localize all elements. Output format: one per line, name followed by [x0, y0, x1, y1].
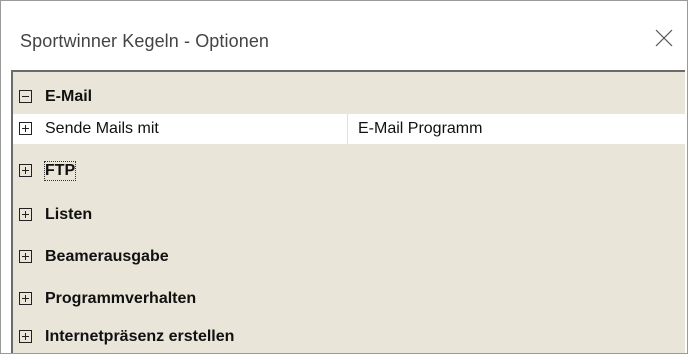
category-label: E-Mail: [45, 88, 93, 105]
property-row-send-mails[interactable]: Sende Mails mit E-Mail Programm: [13, 114, 685, 144]
window-title: Sportwinner Kegeln - Optionen: [20, 31, 270, 51]
category-row-internetpraesenz[interactable]: Internetpräsenz erstellen: [13, 322, 685, 352]
title-bar[interactable]: Sportwinner Kegeln - Optionen: [1, 1, 687, 69]
plus-box-icon[interactable]: [19, 208, 32, 221]
category-row-listen[interactable]: Listen: [13, 200, 685, 230]
plus-box-icon[interactable]: [19, 164, 32, 177]
close-icon: [655, 29, 673, 47]
category-label: Beamerausgabe: [45, 248, 169, 265]
column-divider: [347, 114, 348, 144]
property-label: Sende Mails mit: [45, 120, 159, 137]
category-row-beamerausgabe[interactable]: Beamerausgabe: [13, 242, 685, 272]
category-label: Internetpräsenz erstellen: [45, 328, 235, 345]
plus-box-icon[interactable]: [19, 122, 32, 135]
plus-box-icon[interactable]: [19, 250, 32, 263]
property-value[interactable]: E-Mail Programm: [358, 120, 482, 138]
close-button[interactable]: [641, 19, 687, 65]
options-dialog: Sportwinner Kegeln - Optionen E-Mail Sen…: [0, 0, 688, 354]
category-row-email[interactable]: E-Mail: [13, 82, 685, 112]
category-label: FTP: [43, 161, 77, 181]
plus-box-icon[interactable]: [19, 292, 32, 305]
category-row-programmverhalten[interactable]: Programmverhalten: [13, 284, 685, 314]
property-grid[interactable]: E-Mail Sende Mails mit E-Mail Programm F…: [11, 70, 685, 353]
plus-box-icon[interactable]: [19, 330, 32, 343]
category-row-ftp[interactable]: FTP: [13, 156, 685, 186]
minus-box-icon[interactable]: [19, 90, 32, 103]
category-label: Listen: [45, 206, 93, 223]
category-label: Programmverhalten: [45, 290, 197, 307]
